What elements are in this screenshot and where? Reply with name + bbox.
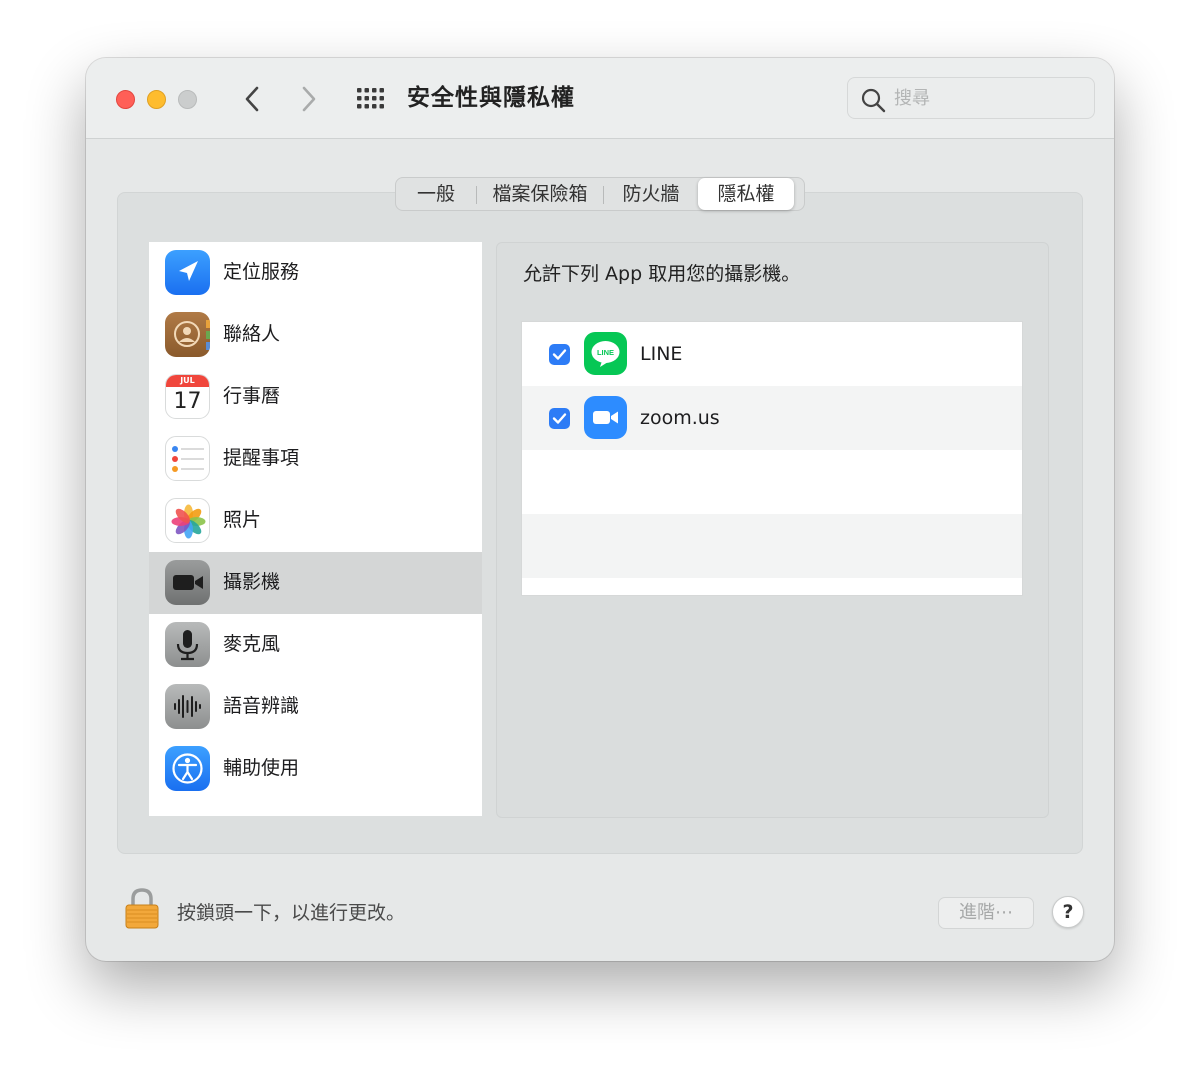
microphone-icon xyxy=(165,622,210,667)
lock-icon[interactable] xyxy=(124,886,160,930)
tab-filevault[interactable]: 檔案保險箱 xyxy=(477,178,603,210)
tab-privacy[interactable]: 隱私權 xyxy=(698,178,794,210)
line-checkbox[interactable] xyxy=(549,344,570,365)
sidebar-item-label: 麥克風 xyxy=(223,633,281,655)
accessibility-icon xyxy=(165,746,210,791)
sidebar-item-label: 照片 xyxy=(223,509,262,531)
sidebar-item-label: 行事曆 xyxy=(223,385,281,407)
sidebar-item-label: 聯絡人 xyxy=(223,323,281,345)
show-all-button[interactable] xyxy=(355,85,387,113)
chevron-right-icon xyxy=(302,86,316,112)
sidebar-item-accessibility[interactable]: 輔助使用 xyxy=(149,738,482,800)
search-placeholder: 搜尋 xyxy=(894,88,930,109)
empty-row xyxy=(522,514,1022,578)
line-icon-text: LINE xyxy=(597,348,614,357)
sidebar-item-camera[interactable]: 攝影機 xyxy=(149,552,482,614)
preferences-window: 安全性與隱私權 搜尋 一般 檔案保險箱 防火牆 隱私權 定位服務 聯絡人 JUL… xyxy=(86,58,1114,961)
sidebar-item-contacts[interactable]: 聯絡人 xyxy=(149,304,482,366)
zoom-button[interactable] xyxy=(178,90,197,109)
photos-icon xyxy=(165,498,210,543)
line-app-icon: LINE xyxy=(584,332,627,375)
speech-recognition-icon xyxy=(165,684,210,729)
zoom-checkbox[interactable] xyxy=(549,408,570,429)
grid-icon xyxy=(357,88,384,109)
app-name: zoom.us xyxy=(640,407,720,429)
sidebar-item-label: 提醒事項 xyxy=(223,447,300,469)
sidebar-item-label: 定位服務 xyxy=(223,261,300,283)
tab-bar: 一般 檔案保險箱 防火牆 隱私權 xyxy=(395,177,805,211)
titlebar: 安全性與隱私權 搜尋 xyxy=(86,58,1114,139)
app-row-zoom[interactable]: zoom.us xyxy=(522,386,1022,450)
camera-icon xyxy=(165,560,210,605)
search-icon xyxy=(861,88,886,113)
window-title: 安全性與隱私權 xyxy=(407,85,575,111)
empty-row xyxy=(522,450,1022,514)
search-field[interactable]: 搜尋 xyxy=(847,77,1095,119)
sidebar-item-reminders[interactable]: 提醒事項 xyxy=(149,428,482,490)
zoom-app-icon xyxy=(584,396,627,439)
location-icon xyxy=(165,250,210,295)
sidebar-item-photos[interactable]: 照片 xyxy=(149,490,482,552)
privacy-category-list[interactable]: 定位服務 聯絡人 JUL 17 行事曆 提醒事項 照片 攝影機 麥克風 語音辨識… xyxy=(149,242,482,816)
chevron-left-icon xyxy=(245,86,259,112)
calendar-month: JUL xyxy=(166,375,209,387)
sidebar-item-calendar[interactable]: JUL 17 行事曆 xyxy=(149,366,482,428)
sidebar-item-location[interactable]: 定位服務 xyxy=(149,242,482,304)
contacts-icon xyxy=(165,312,210,357)
tab-firewall[interactable]: 防火牆 xyxy=(604,178,698,210)
help-button[interactable]: ? xyxy=(1052,896,1084,928)
forward-button[interactable] xyxy=(294,82,324,116)
calendar-day: 17 xyxy=(173,389,202,414)
advanced-button[interactable]: 進階⋯ xyxy=(938,897,1034,929)
sidebar-item-label: 輔助使用 xyxy=(223,757,300,779)
back-button[interactable] xyxy=(237,82,267,116)
sidebar-item-label: 語音辨識 xyxy=(223,695,300,717)
sidebar-item-speech-recognition[interactable]: 語音辨識 xyxy=(149,676,482,738)
checkmark-icon xyxy=(552,413,567,424)
sidebar-item-microphone[interactable]: 麥克風 xyxy=(149,614,482,676)
app-name: LINE xyxy=(640,343,683,365)
sidebar-item-label: 攝影機 xyxy=(223,571,281,593)
calendar-icon: JUL 17 xyxy=(165,374,210,419)
checkmark-icon xyxy=(552,349,567,360)
app-row-line[interactable]: LINE LINE xyxy=(522,322,1022,386)
close-button[interactable] xyxy=(116,90,135,109)
app-list[interactable]: LINE LINE zoom.us xyxy=(521,321,1023,596)
reminders-icon xyxy=(165,436,210,481)
minimize-button[interactable] xyxy=(147,90,166,109)
lock-hint: 按鎖頭一下，以進行更改。 xyxy=(177,902,406,924)
detail-title: 允許下列 App 取用您的攝影機。 xyxy=(523,263,801,285)
tab-general[interactable]: 一般 xyxy=(396,178,476,210)
